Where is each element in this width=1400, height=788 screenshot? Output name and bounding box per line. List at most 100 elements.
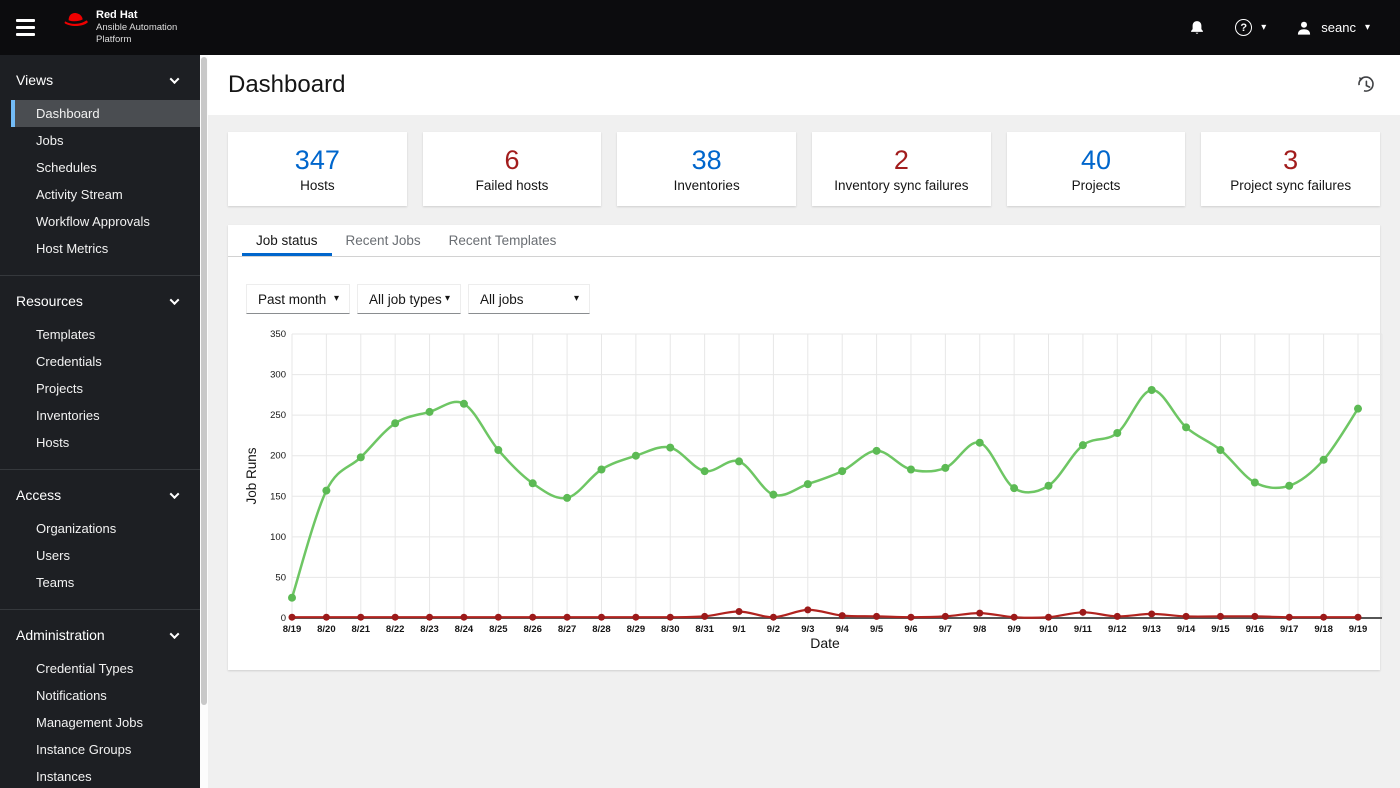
svg-text:150: 150 [270, 491, 286, 502]
nav-item-label: Instance Groups [36, 742, 132, 757]
summary-card-value: 2 [893, 145, 909, 176]
sidebar-item-users[interactable]: Users [11, 542, 200, 569]
svg-text:8/31: 8/31 [695, 624, 714, 635]
sidebar-item-jobs[interactable]: Jobs [11, 127, 200, 154]
brand-line-1: Red Hat [96, 8, 138, 21]
nav-group-header[interactable]: Administration [0, 624, 200, 646]
brand-line-2: Ansible Automation [96, 21, 178, 33]
tab-label: Recent Templates [448, 233, 557, 248]
sidebar-item-organizations[interactable]: Organizations [11, 515, 200, 542]
svg-text:9/17: 9/17 [1280, 624, 1299, 635]
summary-card-value: 6 [504, 145, 520, 176]
sidebar-item-templates[interactable]: Templates [11, 321, 200, 348]
filter-past-month[interactable]: Past month ▾ [246, 284, 350, 314]
nav-group-header[interactable]: Views [0, 69, 200, 91]
sidebar-item-schedules[interactable]: Schedules [11, 154, 200, 181]
sidebar-item-management-jobs[interactable]: Management Jobs [11, 709, 200, 736]
svg-text:8/22: 8/22 [386, 624, 405, 635]
nav-group-header[interactable]: Access [0, 484, 200, 506]
chevron-down-icon [169, 73, 180, 84]
svg-text:9/11: 9/11 [1074, 624, 1093, 635]
x-axis-labels: 8/19 8/20 8/21 8/22 8/23 8/24 8/25 8/26 8/27 8/28… [283, 624, 1368, 635]
sidebar-item-notifications[interactable]: Notifications [11, 682, 200, 709]
sidebar-item-host-metrics[interactable]: Host Metrics [11, 235, 200, 262]
tab-job-status[interactable]: Job status [242, 225, 332, 256]
summary-card-value: 40 [1081, 145, 1112, 176]
summary-card-inventory-sync-failures[interactable]: 2 Inventory sync failures [812, 132, 991, 206]
summary-card-failed-hosts[interactable]: 6 Failed hosts [422, 132, 602, 206]
nav-group-items: Organizations Users Teams [0, 515, 200, 596]
history-icon [1358, 76, 1374, 92]
successful-jobs-points[interactable] [288, 385, 1362, 602]
svg-text:100: 100 [270, 532, 286, 543]
svg-text:8/24: 8/24 [455, 624, 474, 635]
sidebar-scrollbar[interactable] [200, 55, 208, 788]
sidebar-scrollbar-thumb[interactable] [201, 57, 207, 705]
job-runs-chart[interactable]: 0 50 100 150 200 250 300 350 8/19 8/20 8/21 8/22 8/2… [242, 326, 1383, 656]
caret-down-icon: ▾ [1261, 21, 1267, 33]
svg-text:9/13: 9/13 [1142, 624, 1161, 635]
y-axis-labels: 0 50 100 150 200 250 300 350 [270, 329, 286, 624]
tab-recent-jobs[interactable]: Recent Jobs [332, 225, 435, 256]
svg-text:9/10: 9/10 [1039, 624, 1058, 635]
sidebar-item-credentials[interactable]: Credentials [11, 348, 200, 375]
caret-down-icon: ▾ [1364, 21, 1370, 33]
nav-group-administration: Administration Credential Types Notificat… [0, 609, 200, 788]
nav-group-label: Access [16, 487, 62, 503]
nav-group-resources: Resources Templates Credentials Projects In… [0, 275, 200, 469]
svg-text:0: 0 [281, 613, 286, 624]
user-menu-button[interactable]: seanc ▾ [1296, 20, 1370, 36]
filter-all-jobs[interactable]: All jobs ▾ [468, 284, 590, 314]
dashboard-content: 347 Hosts 6 Failed hosts 38 Inventories … [208, 115, 1400, 670]
tab-label: Job status [256, 233, 318, 248]
sidebar-item-hosts[interactable]: Hosts [11, 429, 200, 456]
summary-card-value: 38 [691, 145, 722, 176]
chevron-down-icon [169, 488, 180, 499]
nav-group-header[interactable]: Resources [0, 290, 200, 312]
filter-all-job-types[interactable]: All job types ▾ [357, 284, 461, 314]
svg-text:9/2: 9/2 [767, 624, 780, 635]
caret-down-icon: ▾ [444, 293, 450, 304]
job-runs-line-chart[interactable]: 0 50 100 150 200 250 300 350 8/19 8/20 8/21 8/22 8/2… [242, 326, 1387, 651]
masthead-actions: ? ▾ seanc ▾ [1189, 19, 1370, 36]
help-menu-button[interactable]: ? ▾ [1235, 19, 1266, 36]
sidebar-item-instance-groups[interactable]: Instance Groups [11, 736, 200, 763]
nav-item-label: Teams [36, 575, 75, 590]
svg-text:9/1: 9/1 [732, 624, 746, 635]
main-area: Dashboard 347 Hosts 6 Failed hosts 38 In… [208, 55, 1400, 788]
sidebar-item-workflow-approvals[interactable]: Workflow Approvals [11, 208, 200, 235]
svg-text:300: 300 [270, 370, 286, 381]
brand-line-3: Platform [96, 34, 132, 46]
filter-value: All job types [369, 291, 442, 307]
nav-item-label: Workflow Approvals [36, 214, 150, 229]
redhat-hat-icon [64, 12, 88, 26]
summary-card-value: 3 [1283, 145, 1299, 176]
nav-item-label: Dashboard [36, 106, 100, 121]
successful-jobs-line [290, 388, 1360, 599]
page-title: Dashboard [228, 71, 346, 98]
svg-text:350: 350 [270, 329, 286, 340]
summary-card-hosts[interactable]: 347 Hosts [228, 132, 407, 206]
sidebar-item-activity-stream[interactable]: Activity Stream [11, 181, 200, 208]
sidebar-item-inventories[interactable]: Inventories [11, 402, 200, 429]
nav-group-label: Views [16, 72, 54, 88]
nav-toggle-button[interactable] [16, 19, 35, 36]
svg-text:9/4: 9/4 [836, 624, 850, 635]
sidebar-item-credential-types[interactable]: Credential Types [11, 655, 200, 682]
nav-item-label: Credential Types [36, 661, 134, 676]
sidebar-item-instances[interactable]: Instances [11, 763, 200, 788]
bell-icon [1191, 20, 1204, 34]
summary-card-project-sync-failures[interactable]: 3 Project sync failures [1201, 132, 1381, 206]
brand-text: Red Hat Ansible Automation Platform [96, 9, 177, 47]
summary-card-projects[interactable]: 40 Projects [1006, 132, 1186, 206]
summary-card-inventories[interactable]: 38 Inventories [617, 132, 797, 206]
sidebar-item-dashboard[interactable]: Dashboard [11, 100, 200, 127]
sidebar-item-projects[interactable]: Projects [11, 375, 200, 402]
caret-down-icon: ▾ [573, 293, 579, 304]
notifications-button[interactable] [1189, 20, 1205, 36]
history-button[interactable] [1356, 75, 1376, 95]
masthead: Red Hat Ansible Automation Platform ? ▾ … [0, 0, 1400, 55]
filters-row: Past month ▾ All job types ▾ All jobs ▾ [246, 284, 1380, 314]
tab-recent-templates[interactable]: Recent Templates [435, 225, 571, 256]
sidebar-item-teams[interactable]: Teams [11, 569, 200, 596]
